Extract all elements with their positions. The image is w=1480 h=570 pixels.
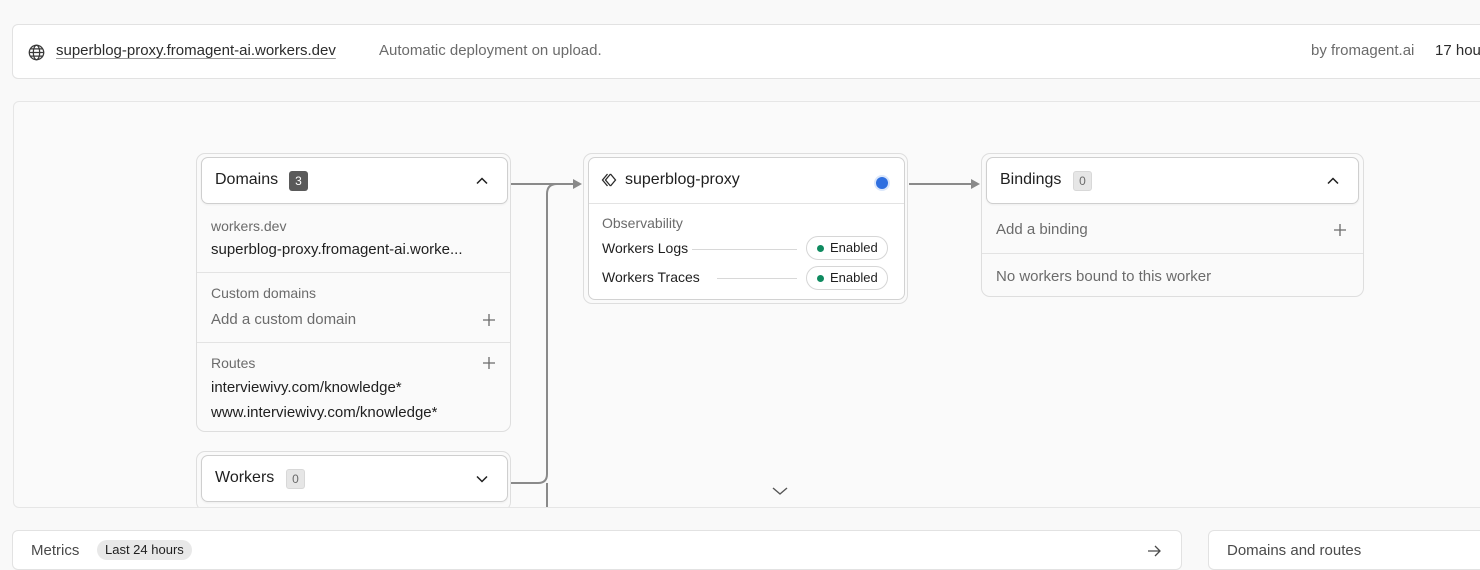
deployment-time: 17 hou bbox=[1435, 42, 1480, 59]
workers-title: Workers bbox=[215, 469, 275, 486]
deployment-url-link[interactable]: superblog-proxy.fromagent-ai.workers.dev bbox=[56, 42, 336, 59]
custom-domains-label: Custom domains bbox=[211, 285, 317, 301]
domains-title: Domains bbox=[215, 171, 279, 188]
workers-dev-label: workers.dev bbox=[211, 218, 287, 234]
domains-routes-card: Domains and routes bbox=[1208, 530, 1480, 570]
divider bbox=[589, 203, 904, 204]
enabled-dot bbox=[817, 275, 824, 282]
workers-traces-label: Workers Traces bbox=[602, 269, 700, 285]
divider bbox=[982, 253, 1363, 254]
enabled-dot bbox=[817, 245, 824, 252]
workers-header[interactable]: Workers 0 bbox=[201, 455, 508, 502]
workers-count-badge: 0 bbox=[286, 469, 305, 489]
metrics-card: Metrics Last 24 hours bbox=[12, 530, 1182, 570]
arrow-head bbox=[971, 179, 980, 189]
observability-label: Observability bbox=[602, 215, 683, 231]
add-custom-domain-button[interactable]: Add a custom domain bbox=[211, 311, 356, 328]
route-item[interactable]: www.interviewivy.com/knowledge* bbox=[211, 404, 437, 421]
route-item[interactable]: interviewivy.com/knowledge* bbox=[211, 379, 402, 396]
workers-logs-label: Workers Logs bbox=[602, 240, 689, 256]
domains-count-badge: 3 bbox=[289, 171, 308, 191]
chevron-down-icon[interactable] bbox=[474, 471, 490, 487]
bindings-title: Bindings bbox=[1000, 171, 1062, 188]
domains-header[interactable]: Domains 3 bbox=[201, 157, 508, 204]
metrics-range-badge[interactable]: Last 24 hours bbox=[97, 540, 192, 560]
leader-line bbox=[717, 278, 797, 279]
workers-logs-status-text: Enabled bbox=[830, 240, 878, 255]
deployment-bar: superblog-proxy.fromagent-ai.workers.dev… bbox=[12, 24, 1480, 79]
expand-chevron-icon bbox=[772, 487, 788, 495]
bindings-count-badge: 0 bbox=[1073, 171, 1092, 191]
workers-traces-status-text: Enabled bbox=[830, 270, 878, 285]
plus-icon[interactable] bbox=[1333, 223, 1347, 237]
worker-diamond-icon bbox=[601, 173, 617, 187]
workers-traces-status[interactable]: Enabled bbox=[806, 266, 888, 290]
leader-line bbox=[692, 249, 797, 250]
arrow-head bbox=[573, 179, 582, 189]
chevron-up-icon[interactable] bbox=[1325, 173, 1341, 189]
deployment-message: Automatic deployment on upload. bbox=[379, 42, 602, 59]
globe-icon bbox=[28, 44, 45, 61]
deployment-author: by fromagent.ai bbox=[1311, 42, 1415, 59]
divider bbox=[197, 272, 510, 273]
bindings-group: Bindings 0 Add a binding No workers boun… bbox=[981, 153, 1364, 297]
domains-group: Domains 3 workers.dev superblog-proxy.fr… bbox=[196, 153, 511, 432]
bindings-header[interactable]: Bindings 0 bbox=[986, 157, 1359, 204]
workers-dev-link[interactable]: superblog-proxy.fromagent-ai.worke... bbox=[211, 241, 501, 258]
routes-label: Routes bbox=[211, 355, 256, 371]
workers-logs-status[interactable]: Enabled bbox=[806, 236, 888, 260]
worker-node-group: superblog-proxy Observability Workers Lo… bbox=[583, 153, 908, 304]
chevron-up-icon[interactable] bbox=[474, 173, 490, 189]
bindings-empty-message: No workers bound to this worker bbox=[996, 268, 1212, 285]
workers-group: Workers 0 bbox=[196, 451, 511, 507]
plus-icon[interactable] bbox=[482, 313, 496, 327]
worker-node[interactable]: superblog-proxy Observability Workers Lo… bbox=[588, 157, 905, 300]
worker-diagram-canvas: Domains 3 workers.dev superblog-proxy.fr… bbox=[13, 101, 1480, 508]
divider bbox=[197, 342, 510, 343]
plus-icon[interactable] bbox=[482, 356, 496, 370]
arrow-right-icon[interactable] bbox=[1146, 543, 1162, 559]
worker-name[interactable]: superblog-proxy bbox=[625, 171, 740, 189]
worker-status-dot bbox=[876, 177, 888, 189]
domains-routes-title: Domains and routes bbox=[1227, 542, 1362, 559]
metrics-title: Metrics bbox=[31, 542, 80, 559]
add-binding-button[interactable]: Add a binding bbox=[996, 221, 1088, 238]
